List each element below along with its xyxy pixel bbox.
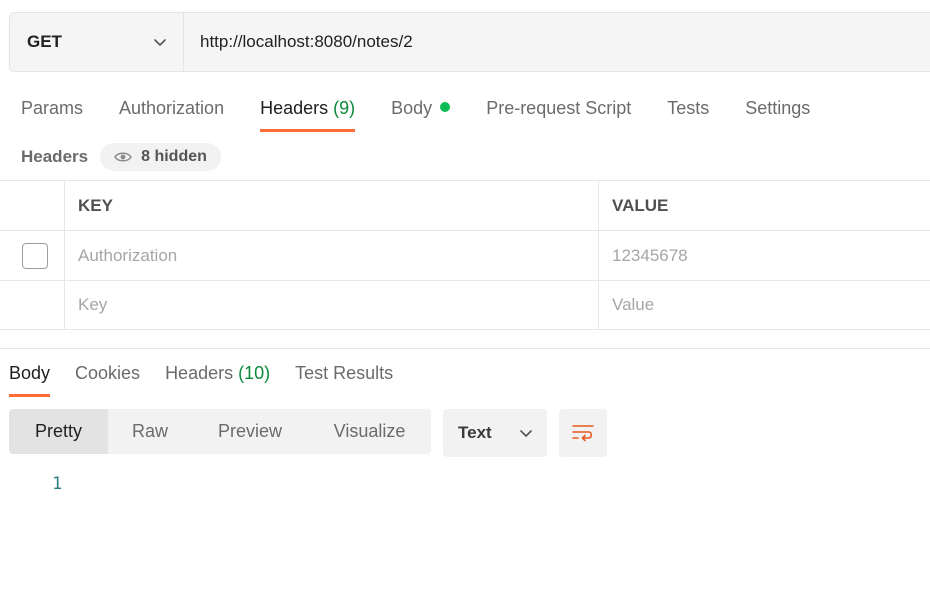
response-tabs: Body Cookies Headers (10) Test Results <box>9 357 418 397</box>
url-input[interactable]: http://localhost:8080/notes/2 <box>184 13 930 71</box>
table-row-new: Key Value <box>0 281 930 330</box>
view-visualize-button[interactable]: Visualize <box>308 409 431 454</box>
response-tab-test-results[interactable]: Test Results <box>295 357 393 397</box>
hidden-headers-label: 8 hidden <box>141 148 207 165</box>
format-select[interactable]: Text <box>443 409 547 457</box>
chevron-down-icon <box>520 430 532 437</box>
request-tabs: Params Authorization Headers (9) Body Pr… <box>21 90 846 132</box>
row-checkbox-cell <box>0 231 65 280</box>
url-bar: GET http://localhost:8080/notes/2 <box>9 12 930 72</box>
headers-section-title: Headers <box>21 147 89 166</box>
wrap-lines-button[interactable] <box>559 409 607 457</box>
line-number: 1 <box>52 474 63 494</box>
section-divider <box>0 348 930 349</box>
new-key-input[interactable]: Key <box>65 281 599 329</box>
new-value-input[interactable]: Value <box>599 281 930 329</box>
tab-body[interactable]: Body <box>391 90 451 132</box>
response-tab-cookies[interactable]: Cookies <box>75 357 140 397</box>
row-checkbox[interactable] <box>22 242 48 269</box>
format-label: Text <box>458 423 492 442</box>
tab-body-label: Body <box>391 98 433 118</box>
tab-headers[interactable]: Headers (9) <box>260 90 356 132</box>
eye-icon <box>114 152 132 162</box>
key-column-header: KEY <box>65 181 599 230</box>
tab-tests[interactable]: Tests <box>667 90 709 132</box>
view-raw-button[interactable]: Raw <box>108 409 192 454</box>
response-tab-headers[interactable]: Headers (10) <box>165 357 270 397</box>
response-tab-headers-label: Headers <box>165 363 234 383</box>
tab-headers-label: Headers <box>260 98 329 118</box>
tab-settings[interactable]: Settings <box>745 90 810 132</box>
wrap-lines-icon <box>572 425 594 442</box>
header-value-input[interactable]: 12345678 <box>599 231 930 280</box>
headers-section-header: Headers 8 hidden <box>21 143 221 171</box>
value-column-header: VALUE <box>612 195 669 215</box>
tab-params[interactable]: Params <box>21 90 83 132</box>
view-mode-group: Pretty Raw Preview Visualize <box>9 409 431 454</box>
hidden-headers-toggle[interactable]: 8 hidden <box>100 143 221 171</box>
chevron-down-icon <box>154 39 166 46</box>
checkbox-column-header <box>0 181 65 230</box>
view-pretty-button[interactable]: Pretty <box>9 409 108 454</box>
tab-headers-count: (9) <box>333 98 356 118</box>
header-key-input[interactable]: Authorization <box>65 231 599 280</box>
view-preview-button[interactable]: Preview <box>192 409 308 454</box>
headers-table: KEY VALUE Authorization 12345678 Key Val… <box>0 180 930 330</box>
body-indicator-dot <box>440 102 451 112</box>
response-tab-headers-count: (10) <box>238 363 271 383</box>
response-tab-body[interactable]: Body <box>9 357 51 397</box>
tab-pre-request-script[interactable]: Pre-request Script <box>486 90 631 132</box>
new-row-checkbox-cell <box>0 281 65 329</box>
table-header-row: KEY VALUE <box>0 181 930 231</box>
table-row: Authorization 12345678 <box>0 231 930 281</box>
method-select[interactable]: GET <box>10 13 184 71</box>
method-label: GET <box>27 32 62 51</box>
tab-authorization[interactable]: Authorization <box>119 90 224 132</box>
